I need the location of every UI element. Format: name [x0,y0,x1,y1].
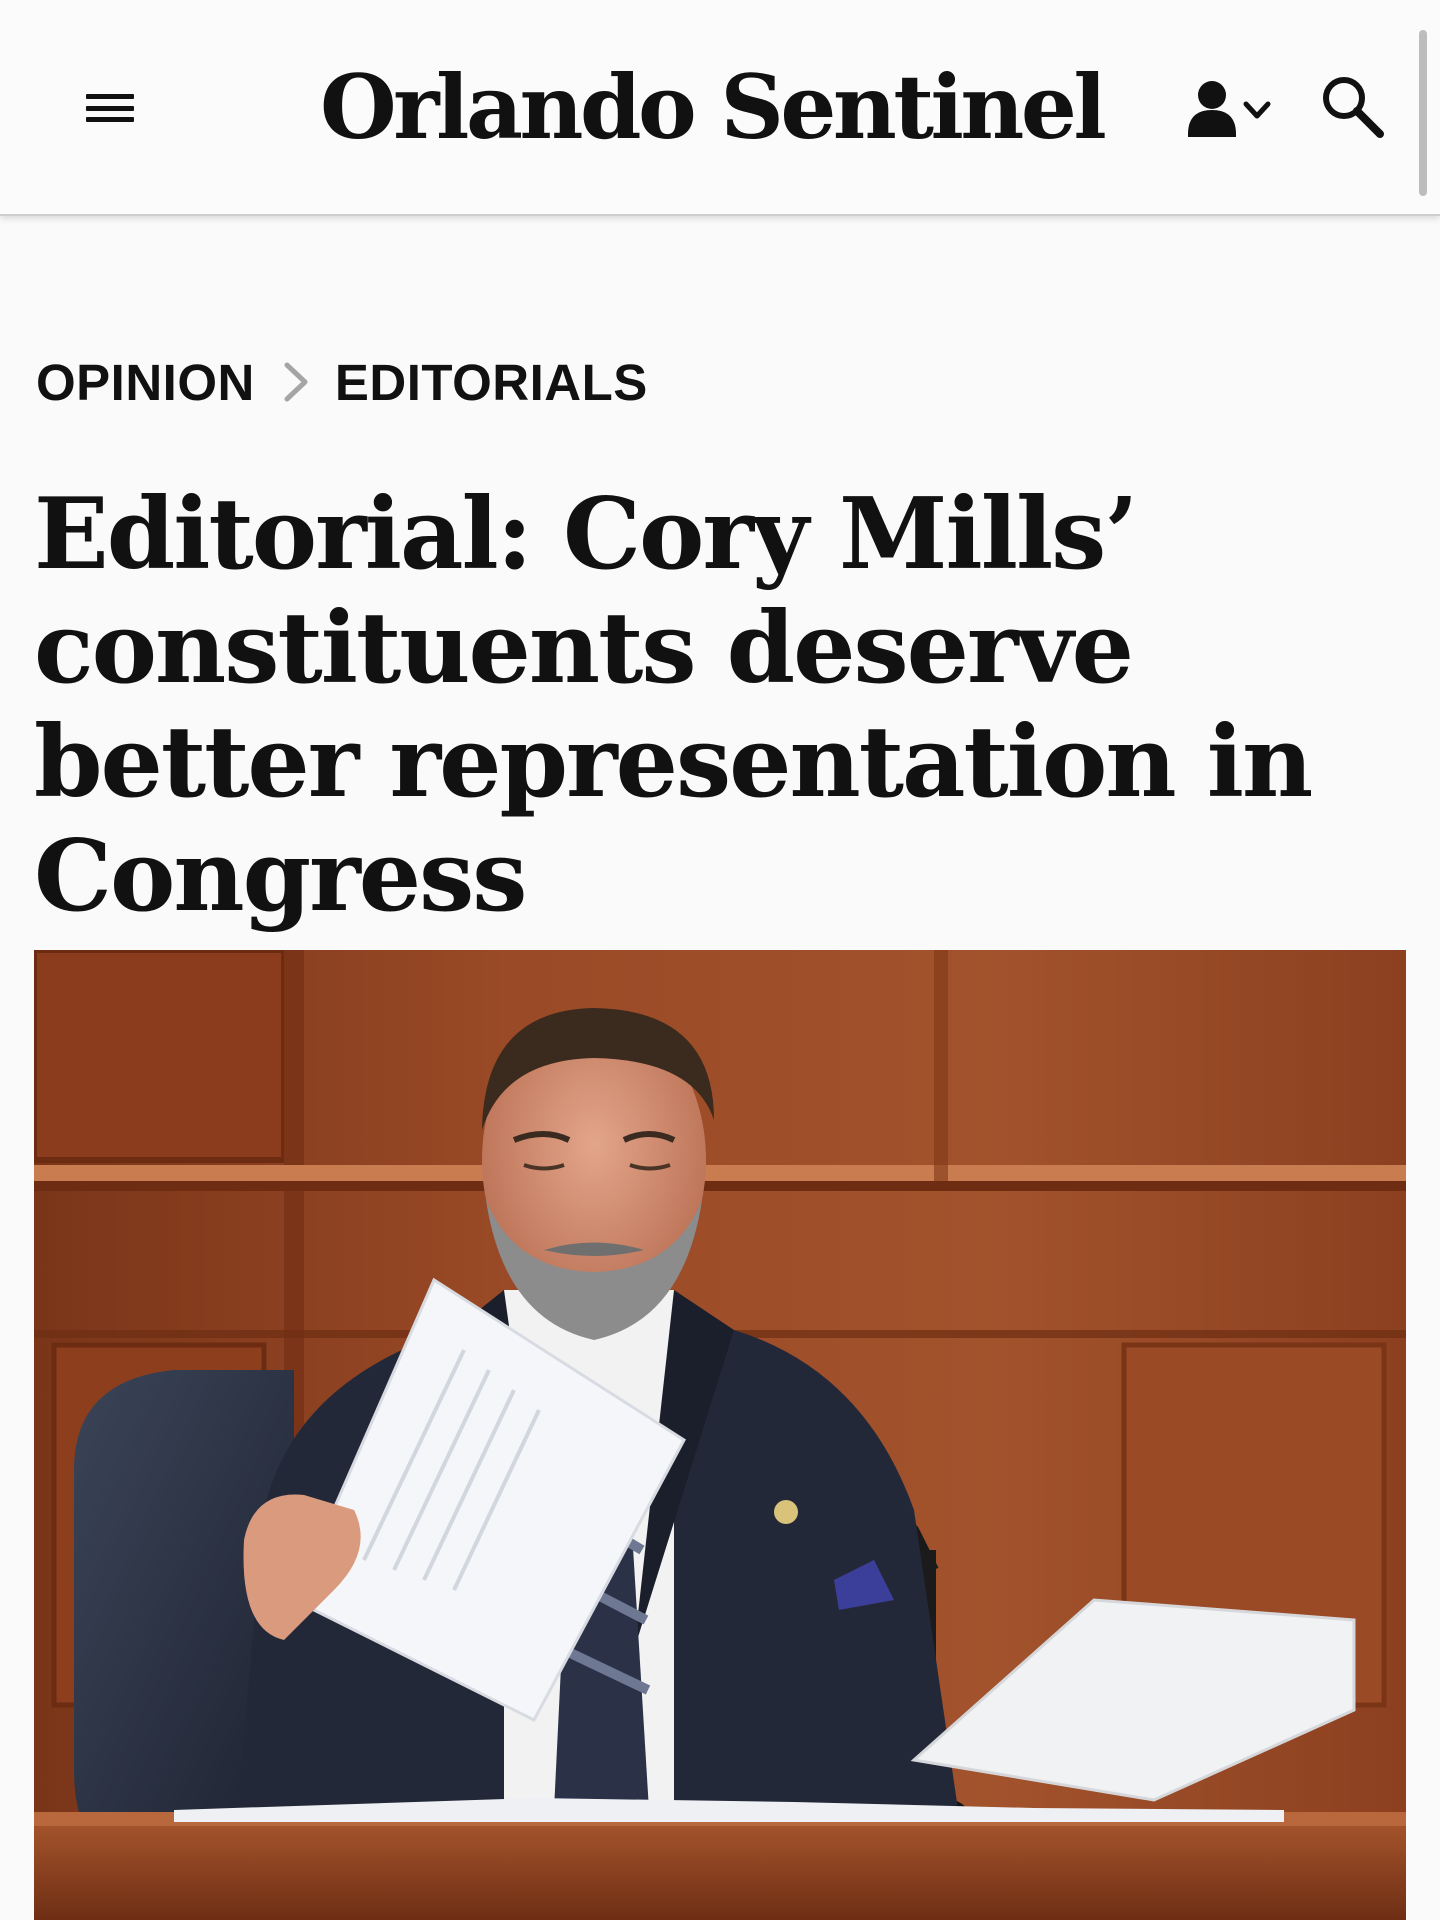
masthead-logo[interactable]: Orlando Sentinel [320,52,1107,162]
search-icon [1323,77,1384,138]
account-menu-button[interactable] [1182,78,1274,138]
search-button[interactable] [1318,72,1386,140]
site-header: Orlando Sentinel [0,0,1440,216]
breadcrumb: OPINION EDITORIALS [36,352,648,412]
chevron-down-icon [1243,101,1271,119]
scrollbar-thumb[interactable] [1419,30,1427,196]
hamburger-menu-icon[interactable] [82,86,138,130]
chevron-right-icon [284,362,308,402]
article-headline: Editorial: Cory Mills’ constituents dese… [34,477,1313,934]
article-hero-photo [34,950,1406,1920]
user-account-icon [1188,81,1271,137]
breadcrumb-opinion-link[interactable]: OPINION [36,353,255,412]
breadcrumb-editorials-link[interactable]: EDITORIALS [335,353,648,412]
